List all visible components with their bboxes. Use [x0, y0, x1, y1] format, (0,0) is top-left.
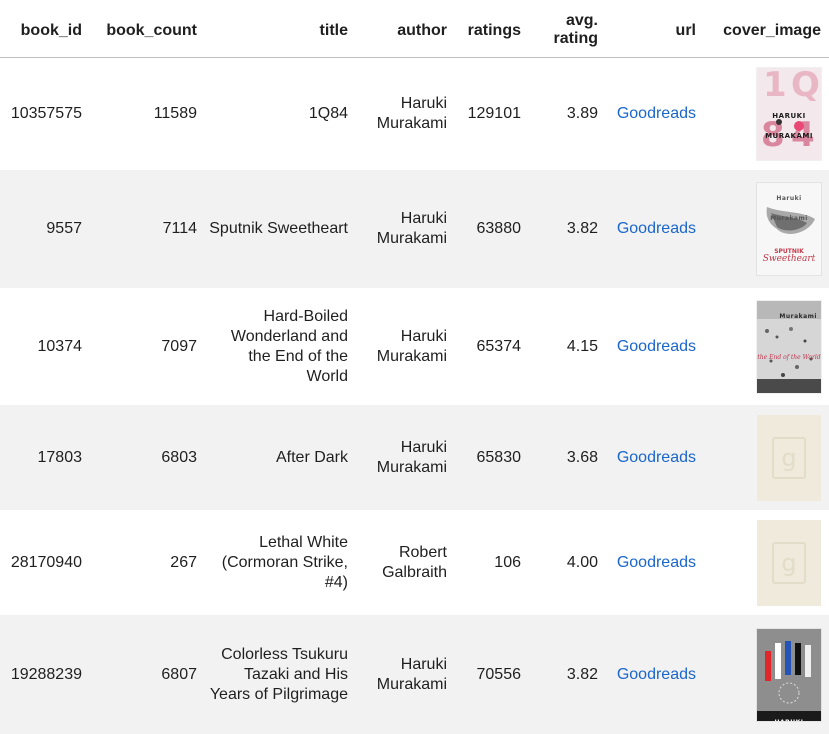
ratings-cell: 70556 — [476, 665, 522, 683]
cover-image-cell: SPUTNIK Sweetheart Haruki Murakami — [704, 183, 829, 275]
title-cell: 1Q84 — [308, 105, 348, 122]
url-cell: Goodreads — [606, 104, 704, 124]
svg-text:Q: Q — [791, 68, 820, 105]
column-header-author[interactable]: author — [356, 22, 455, 57]
table-row: 9557 7114 Sputnik Sweetheart Haruki Mura… — [0, 170, 829, 288]
column-header-title[interactable]: title — [205, 22, 356, 57]
cover-colorless-art — [757, 628, 821, 721]
author-cell: Haruki Murakami — [376, 655, 447, 693]
book-cover-placeholder[interactable]: g — [757, 519, 821, 606]
book-count-cell: 6803 — [161, 448, 197, 466]
table-row: 28170940 267 Lethal White (Cormoran Stri… — [0, 510, 829, 615]
goodreads-g-icon: g — [772, 436, 806, 479]
cover-author-text: HARUKI MURAKAMI — [757, 713, 821, 721]
column-header-avg-rating-line2: rating — [553, 30, 598, 47]
avg-rating-cell: 3.82 — [566, 220, 598, 237]
cover-image-cell: g — [704, 519, 829, 606]
column-header-avg-rating[interactable]: avg. rating — [529, 12, 606, 57]
avg-rating-cell: 4.15 — [566, 337, 598, 355]
book-count-cell: 6807 — [161, 665, 197, 683]
url-cell: Goodreads — [606, 219, 704, 239]
book-cover-image[interactable]: SPUTNIK Sweetheart Haruki Murakami — [757, 183, 821, 275]
cover-image-cell: g — [704, 414, 829, 501]
book-count-cell: 7097 — [161, 337, 197, 355]
book-id-cell: 10357575 — [10, 105, 82, 122]
cover-author-text: HARUKI MURAKAMI — [765, 112, 813, 140]
avg-rating-cell: 4.00 — [566, 553, 598, 571]
book-count-cell: 11589 — [153, 105, 197, 122]
table-row: 19288239 6807 Colorless Tsukuru Tazaki a… — [0, 615, 829, 734]
svg-text:the End of the World: the End of the World — [757, 354, 820, 361]
table-header: book_id book_count title author ratings … — [0, 0, 829, 58]
url-cell: Goodreads — [606, 448, 704, 468]
book-id-cell: 10374 — [37, 337, 83, 355]
svg-text:1: 1 — [763, 68, 787, 105]
column-header-avg-rating-line1: avg. — [565, 12, 598, 29]
book-count-cell: 7114 — [162, 220, 197, 237]
goodreads-link[interactable]: Goodreads — [617, 220, 696, 237]
books-table: book_id book_count title author ratings … — [0, 0, 829, 734]
book-id-cell: 9557 — [46, 220, 82, 237]
book-id-cell: 19288239 — [10, 665, 82, 683]
title-cell: Lethal White (Cormoran Strike, #4) — [221, 533, 348, 591]
url-cell: Goodreads — [606, 665, 704, 685]
author-cell: Haruki Murakami — [376, 210, 447, 247]
book-cover-image[interactable]: the End of the World Murakami — [757, 300, 821, 393]
url-cell: Goodreads — [606, 337, 704, 357]
goodreads-link[interactable]: Goodreads — [617, 554, 696, 571]
cover-image-cell: 1 Q 8 4 HARUKI MURAKAMI — [704, 68, 829, 160]
ratings-cell: 65830 — [476, 448, 522, 466]
title-cell: Sputnik Sweetheart — [209, 220, 348, 237]
author-cell: Haruki Murakami — [376, 327, 447, 365]
ratings-cell: 63880 — [476, 220, 522, 237]
goodreads-link[interactable]: Goodreads — [617, 105, 696, 122]
column-header-book-id[interactable]: book_id — [0, 22, 90, 57]
book-cover-placeholder[interactable]: g — [757, 414, 821, 501]
column-header-ratings[interactable]: ratings — [455, 22, 529, 57]
cover-author-text: Haruki Murakami — [770, 195, 808, 222]
svg-text:Sweetheart: Sweetheart — [763, 254, 816, 264]
url-cell: Goodreads — [606, 553, 704, 573]
goodreads-g-icon: g — [772, 541, 806, 584]
goodreads-link[interactable]: Goodreads — [617, 338, 696, 355]
goodreads-link[interactable]: Goodreads — [617, 449, 696, 466]
ratings-cell: 106 — [494, 553, 521, 571]
ratings-cell: 65374 — [476, 337, 522, 355]
title-cell: Colorless Tsukuru Tazaki and His Years o… — [209, 645, 348, 703]
column-header-cover-image[interactable]: cover_image — [704, 22, 829, 57]
goodreads-link[interactable]: Goodreads — [617, 666, 696, 683]
column-header-book-count[interactable]: book_count — [90, 22, 205, 57]
cover-image-cell: the End of the World Murakami — [704, 300, 829, 393]
book-cover-image[interactable]: HARUKI MURAKAMI — [757, 628, 821, 721]
title-cell: After Dark — [275, 448, 348, 466]
table-row: 10357575 11589 1Q84 Haruki Murakami 1291… — [0, 58, 829, 170]
book-id-cell: 28170940 — [10, 553, 82, 571]
book-cover-image[interactable]: 1 Q 8 4 HARUKI MURAKAMI — [757, 68, 821, 160]
author-cell: Haruki Murakami — [376, 95, 447, 132]
author-cell: Haruki Murakami — [376, 438, 447, 476]
ratings-cell: 129101 — [467, 105, 521, 122]
book-count-cell: 267 — [170, 553, 197, 571]
title-cell: Hard-Boiled Wonderland and the End of th… — [230, 307, 348, 385]
book-id-cell: 17803 — [37, 448, 83, 466]
cover-image-cell: HARUKI MURAKAMI — [704, 628, 829, 721]
cover-author-text: Murakami — [779, 312, 817, 320]
table-row: 10374 7097 Hard-Boiled Wonderland and th… — [0, 288, 829, 405]
table-row: 17803 6803 After Dark Haruki Murakami 65… — [0, 405, 829, 510]
avg-rating-cell: 3.68 — [566, 448, 598, 466]
column-header-url[interactable]: url — [606, 22, 704, 57]
avg-rating-cell: 3.82 — [566, 665, 598, 683]
avg-rating-cell: 3.89 — [566, 105, 598, 122]
author-cell: Robert Galbraith — [382, 543, 447, 581]
